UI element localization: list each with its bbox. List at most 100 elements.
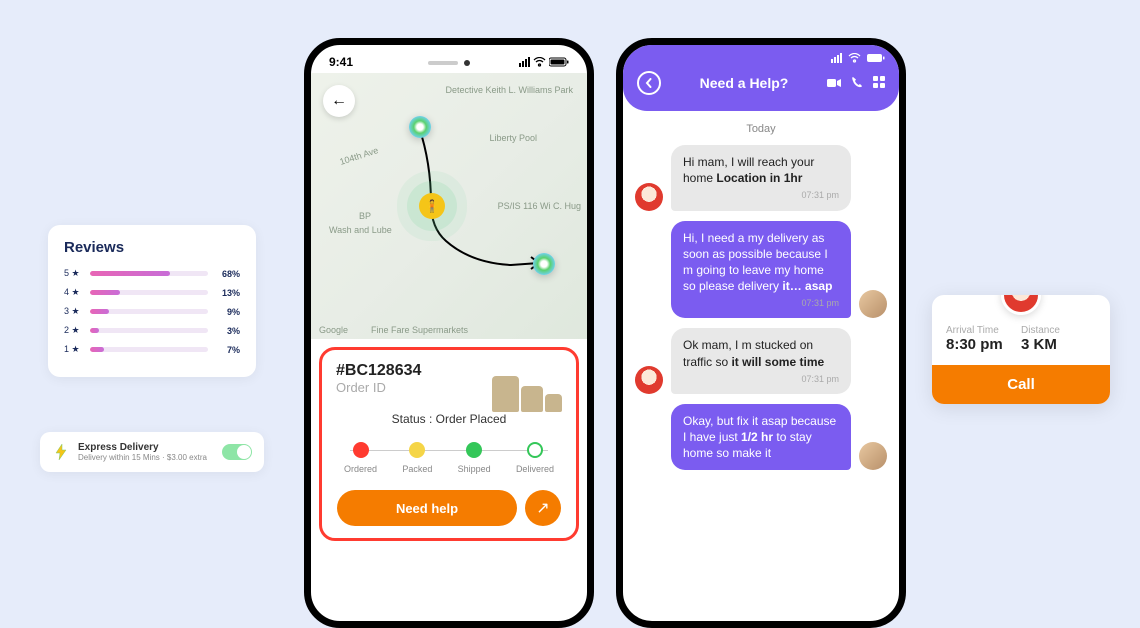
call-button[interactable]: Call xyxy=(932,365,1110,404)
distance-value: 3 KM xyxy=(1021,336,1096,353)
chat-title: Need a Help? xyxy=(661,75,827,91)
message-row: Ok mam, I m stucked on traffic so it wil… xyxy=(635,328,887,394)
destination-pin[interactable] xyxy=(533,253,555,275)
driver-avatar xyxy=(635,183,663,211)
share-icon: ↗ xyxy=(536,498,549,518)
distance-col: Distance 3 KM xyxy=(1021,325,1096,353)
progress-steps: Ordered Packed Shipped Delivered xyxy=(336,442,562,474)
driver-avatar xyxy=(1001,295,1041,315)
review-bar xyxy=(90,290,208,295)
origin-pin[interactable] xyxy=(409,116,431,138)
review-row: 3 ★ 9% xyxy=(64,306,240,317)
reviews-card: Reviews 5 ★ 68% 4 ★ 13% 3 ★ 9% 2 ★ 3% 1 ★ 7% xyxy=(48,225,256,377)
phone-notch xyxy=(419,55,479,71)
step-dot xyxy=(353,442,369,458)
chat-phone: Need a Help? Today Hi mam, I will reach … xyxy=(616,38,906,628)
order-tracking-phone: 9:41 ← Detective Keith L. Williams Park … xyxy=(304,38,594,628)
wifi-icon xyxy=(533,57,546,67)
message-bubble: Ok mam, I m stucked on traffic so it wil… xyxy=(671,328,851,394)
review-percent: 9% xyxy=(216,307,240,317)
review-row: 1 ★ 7% xyxy=(64,344,240,355)
message-row: Hi mam, I will reach your home Location … xyxy=(635,145,887,211)
lightning-icon xyxy=(52,443,70,461)
chat-header-icons xyxy=(827,76,885,91)
arrival-time-col: Arrival Time 8:30 pm xyxy=(946,325,1021,353)
step-label: Delivered xyxy=(516,464,554,474)
actions-row: Need help ↗ xyxy=(336,490,562,526)
battery-icon xyxy=(867,53,885,63)
share-button[interactable]: ↗ xyxy=(525,490,561,526)
progress-step: Packed xyxy=(402,442,432,474)
call-info: Arrival Time 8:30 pm Distance 3 KM xyxy=(932,319,1110,365)
express-toggle[interactable] xyxy=(222,444,252,460)
review-row: 5 ★ 68% xyxy=(64,268,240,279)
status-icons xyxy=(519,57,569,67)
step-label: Ordered xyxy=(344,464,377,474)
express-subtitle: Delivery within 15 Mins · $3.00 extra xyxy=(78,453,222,462)
review-percent: 68% xyxy=(216,269,240,279)
video-icon[interactable] xyxy=(827,76,841,91)
status-bar xyxy=(623,45,899,65)
reviews-title: Reviews xyxy=(64,239,240,256)
message-time: 07:31 pm xyxy=(683,373,839,385)
signal-icon xyxy=(519,57,530,67)
review-star-count: 4 ★ xyxy=(64,287,82,298)
message-time: 07:31 pm xyxy=(683,297,839,309)
arrival-time-label: Arrival Time xyxy=(946,325,1021,336)
chat-back-button[interactable] xyxy=(637,71,661,95)
chevron-left-icon xyxy=(644,78,654,88)
review-percent: 13% xyxy=(216,288,240,298)
express-delivery-card: Express Delivery Delivery within 15 Mins… xyxy=(40,432,264,472)
chat-day-label: Today xyxy=(635,123,887,135)
signal-icon xyxy=(831,53,842,63)
step-dot xyxy=(466,442,482,458)
message-time: 07:31 pm xyxy=(683,189,839,201)
toggle-knob xyxy=(237,445,251,459)
message-bubble: Hi, I need a my delivery as soon as poss… xyxy=(671,221,851,319)
route-path xyxy=(311,73,587,339)
review-percent: 7% xyxy=(216,345,240,355)
review-bar xyxy=(90,271,208,276)
user-avatar xyxy=(859,442,887,470)
express-title: Express Delivery xyxy=(78,442,222,453)
current-location-pin[interactable]: 🧍 xyxy=(419,193,445,219)
arrival-time-value: 8:30 pm xyxy=(946,336,1021,353)
step-label: Shipped xyxy=(458,464,491,474)
review-row: 4 ★ 13% xyxy=(64,287,240,298)
battery-icon xyxy=(549,57,569,67)
step-label: Packed xyxy=(402,464,432,474)
message-row: Hi, I need a my delivery as soon as poss… xyxy=(635,221,887,319)
review-bar xyxy=(90,309,208,314)
review-percent: 3% xyxy=(216,326,240,336)
review-star-count: 1 ★ xyxy=(64,344,82,355)
distance-label: Distance xyxy=(1021,325,1096,336)
grid-icon[interactable] xyxy=(873,76,885,91)
order-card: #BC128634 Order ID Status : Order Placed… xyxy=(319,347,579,541)
chat-header: Need a Help? xyxy=(623,65,899,111)
express-text: Express Delivery Delivery within 15 Mins… xyxy=(78,442,222,462)
review-star-count: 3 ★ xyxy=(64,306,82,317)
message-bubble: Hi mam, I will reach your home Location … xyxy=(671,145,851,211)
chat-body[interactable]: Today Hi mam, I will reach your home Loc… xyxy=(623,111,899,488)
call-card: Arrival Time 8:30 pm Distance 3 KM Call xyxy=(932,295,1110,404)
map-area[interactable]: ← Detective Keith L. Williams Park Liber… xyxy=(311,73,587,339)
message-bubble: Okay, but fix it asap because I have jus… xyxy=(671,404,851,471)
status-time: 9:41 xyxy=(329,55,353,69)
review-row: 2 ★ 3% xyxy=(64,325,240,336)
progress-step: Ordered xyxy=(344,442,377,474)
message-row: Okay, but fix it asap because I have jus… xyxy=(635,404,887,471)
review-bar xyxy=(90,328,208,333)
review-star-count: 5 ★ xyxy=(64,268,82,279)
review-star-count: 2 ★ xyxy=(64,325,82,336)
phone-icon[interactable] xyxy=(851,76,863,91)
step-dot xyxy=(527,442,543,458)
review-bar xyxy=(90,347,208,352)
driver-avatar xyxy=(635,366,663,394)
progress-step: Shipped xyxy=(458,442,491,474)
order-status: Status : Order Placed xyxy=(336,412,562,426)
wifi-icon xyxy=(848,53,861,63)
need-help-button[interactable]: Need help xyxy=(337,490,517,526)
user-avatar xyxy=(859,290,887,318)
progress-step: Delivered xyxy=(516,442,554,474)
step-dot xyxy=(409,442,425,458)
